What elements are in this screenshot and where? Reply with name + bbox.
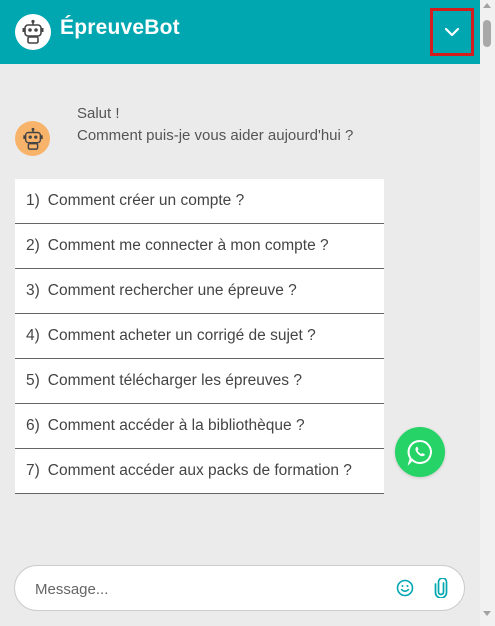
scrollbar[interactable] xyxy=(480,0,495,626)
whatsapp-button[interactable] xyxy=(395,427,445,477)
faq-question: Comment accéder aux packs de formation ? xyxy=(47,462,352,479)
faq-item-download-exams[interactable]: 5) Comment télécharger les épreuves ? xyxy=(15,359,384,404)
faq-item-login[interactable]: 2) Comment me connecter à mon compte ? xyxy=(15,224,384,269)
faq-question: Comment créer un compte ? xyxy=(47,192,245,209)
faq-question: Comment rechercher une épreuve ? xyxy=(47,282,297,299)
greeting-line-1: Salut ! xyxy=(77,105,120,122)
faq-list: 1) Comment créer un compte ? 2) Comment … xyxy=(15,179,384,494)
faq-item-buy-correction[interactable]: 4) Comment acheter un corrigé de sujet ? xyxy=(15,314,384,359)
faq-number: 4) xyxy=(26,327,40,344)
chevron-down-icon xyxy=(444,27,460,37)
faq-number: 2) xyxy=(26,237,40,254)
faq-item-training-packs[interactable]: 7) Comment accéder aux packs de formatio… xyxy=(15,449,384,494)
collapse-chat-button[interactable] xyxy=(430,8,474,56)
whatsapp-icon xyxy=(407,439,432,466)
message-input[interactable] xyxy=(33,576,377,602)
faq-question: Comment accéder à la bibliothèque ? xyxy=(47,417,305,434)
scroll-down-arrow-icon[interactable] xyxy=(483,611,491,616)
chat-header: ÉpreuveBot xyxy=(0,0,480,64)
greeting-line-2: Comment puis-je vous aider aujourd'hui ? xyxy=(77,127,354,144)
paperclip-icon[interactable] xyxy=(433,578,449,598)
message-composer xyxy=(14,565,465,611)
scrollbar-thumb[interactable] xyxy=(483,20,491,47)
bot-greeting: Salut ! Comment puis-je vous aider aujou… xyxy=(77,103,353,147)
robot-icon xyxy=(15,14,51,50)
faq-number: 3) xyxy=(26,282,40,299)
faq-number: 7) xyxy=(26,462,40,479)
faq-number: 1) xyxy=(26,192,40,209)
faq-question: Comment me connecter à mon compte ? xyxy=(47,237,329,254)
faq-question: Comment télécharger les épreuves ? xyxy=(47,372,302,389)
scroll-up-arrow-icon[interactable] xyxy=(483,3,491,8)
faq-item-search-exam[interactable]: 3) Comment rechercher une épreuve ? xyxy=(15,269,384,314)
chat-title: ÉpreuveBot xyxy=(60,16,180,39)
faq-number: 6) xyxy=(26,417,40,434)
faq-item-create-account[interactable]: 1) Comment créer un compte ? xyxy=(15,179,384,224)
smiley-icon[interactable] xyxy=(396,579,414,597)
robot-icon xyxy=(22,127,43,150)
faq-item-library[interactable]: 6) Comment accéder à la bibliothèque ? xyxy=(15,404,384,449)
bot-avatar xyxy=(15,121,50,156)
faq-number: 5) xyxy=(26,372,40,389)
chat-widget: ÉpreuveBot Salut ! Comment puis-je vous … xyxy=(0,0,480,626)
faq-question: Comment acheter un corrigé de sujet ? xyxy=(47,327,316,344)
